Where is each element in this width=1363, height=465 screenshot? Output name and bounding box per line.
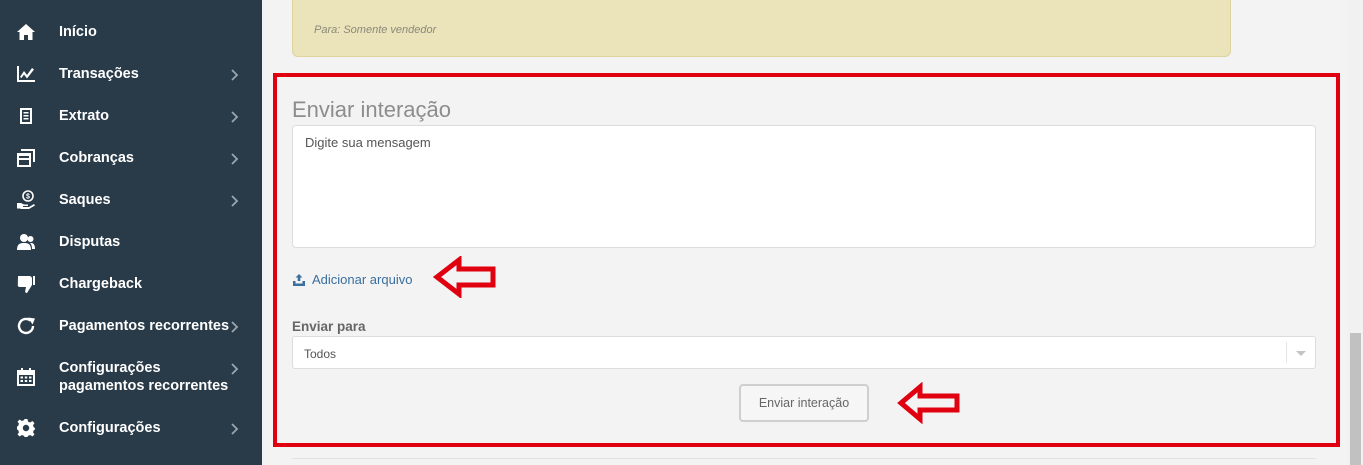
add-file-link[interactable]: Adicionar arquivo [292, 272, 412, 287]
chevron-right-icon [231, 68, 241, 81]
send-to-label: Enviar para [292, 319, 366, 334]
scrollbar-thumb[interactable] [1350, 333, 1361, 465]
upload-icon [293, 273, 305, 286]
vertical-scrollbar[interactable] [1348, 0, 1363, 465]
svg-text:$: $ [26, 194, 30, 201]
calendar-icon [15, 366, 37, 388]
add-file-label: Adicionar arquivo [312, 272, 413, 287]
sidebar-item-label: Pagamentos recorrentes [59, 318, 230, 334]
left-arrow-annotation-icon [433, 256, 496, 298]
chevron-right-icon [231, 362, 241, 375]
sidebar-item-transacoes[interactable]: Transações [0, 53, 262, 95]
sidebar-item-disputas[interactable]: Disputas [0, 221, 262, 263]
send-interaction-button[interactable]: Enviar interação [739, 384, 869, 422]
left-arrow-annotation-icon [897, 382, 960, 424]
sidebar-item-label: Disputas [59, 234, 121, 250]
send-to-select[interactable]: Todos [292, 336, 1316, 369]
thumbs-down-icon [15, 273, 37, 295]
section-title: Enviar interação [292, 97, 451, 122]
sidebar-item-saques[interactable]: $ Saques [0, 179, 262, 221]
sidebar-item-cobrancas[interactable]: Cobranças [0, 137, 262, 179]
sidebar-item-label: Extrato [59, 108, 109, 124]
note-recipient-text: Para: Somente vendedor [314, 24, 437, 36]
sidebar-item-label: Configurações [59, 420, 161, 436]
message-input[interactable] [292, 125, 1316, 248]
chevron-down-icon [1296, 351, 1306, 356]
chevron-right-icon [231, 320, 241, 333]
money-hand-icon: $ [15, 189, 37, 211]
sidebar-item-label: Chargeback [59, 276, 143, 292]
home-icon [15, 21, 37, 43]
document-icon [15, 105, 37, 127]
main-content: Para: Somente vendedor Enviar interação … [262, 0, 1348, 465]
sidebar-item-label: Saques [59, 192, 111, 208]
sidebar-item-label: Configurações pagamentos recorrentes [59, 360, 229, 394]
chevron-right-icon [231, 110, 241, 123]
sidebar-item-inicio[interactable]: Início [0, 11, 262, 53]
gear-icon [15, 417, 37, 439]
sidebar-item-configuracoes-pagamentos-recorrentes[interactable]: Configurações pagamentos recorrentes [0, 355, 262, 399]
interaction-note: Para: Somente vendedor [292, 0, 1231, 57]
users-icon [15, 231, 37, 253]
select-divider [1286, 342, 1287, 363]
chevron-right-icon [231, 422, 241, 435]
sidebar-item-label: Início [59, 24, 97, 40]
sidebar-item-configuracoes[interactable]: Configurações [0, 407, 262, 449]
send-to-value: Todos [304, 347, 337, 361]
sidebar-item-chargeback[interactable]: Chargeback [0, 263, 262, 305]
refresh-icon [15, 315, 37, 337]
line-chart-icon [15, 63, 37, 85]
chevron-right-icon [231, 194, 241, 207]
divider [292, 458, 1316, 459]
sidebar-item-label: Cobranças [59, 150, 134, 166]
sidebar-item-extrato[interactable]: Extrato [0, 95, 262, 137]
invoice-icon [15, 147, 37, 169]
sidebar-item-label: Transações [59, 66, 139, 82]
sidebar-item-pagamentos-recorrentes[interactable]: Pagamentos recorrentes [0, 305, 262, 347]
sidebar: Início Transações Extrato Cobranças $ Sa… [0, 0, 262, 465]
chevron-right-icon [231, 152, 241, 165]
